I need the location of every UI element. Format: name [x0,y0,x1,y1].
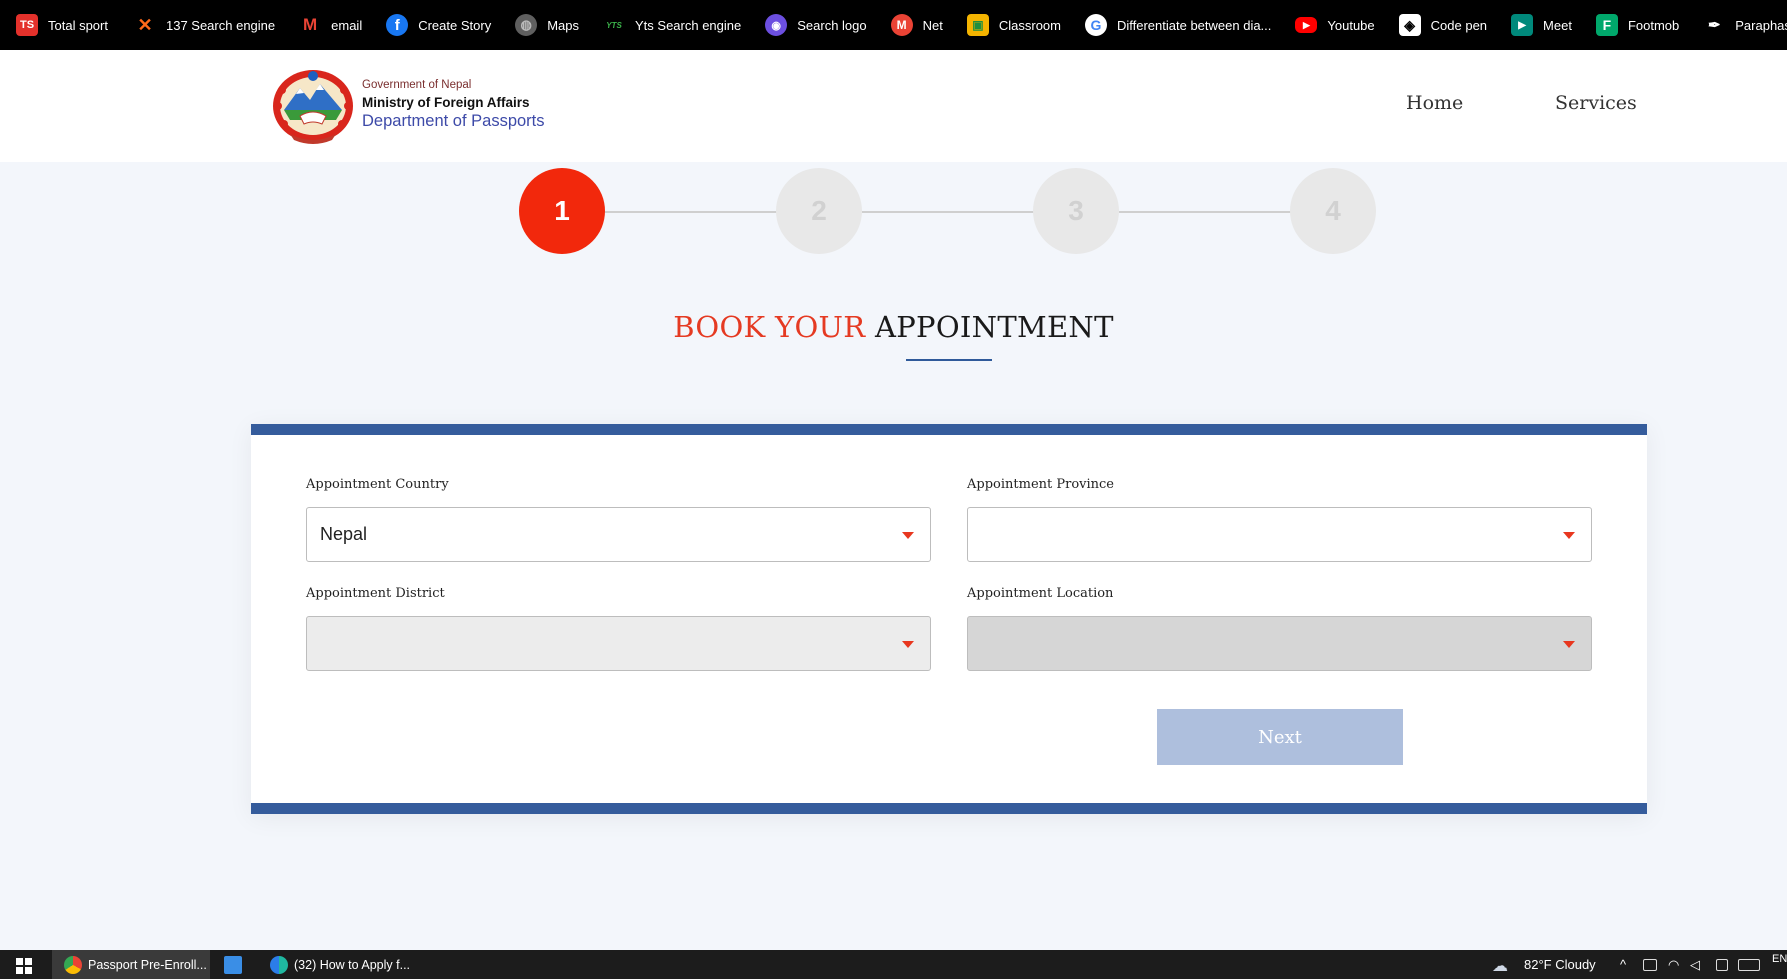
location-select[interactable] [967,616,1592,671]
step-3: 3 [1033,168,1119,254]
weather-cloud-icon: ☁ [1492,958,1508,975]
bookmark-create-story[interactable]: f Create Story [386,14,491,36]
windows-start-icon[interactable] [16,958,32,974]
bookmarks-bar: TS Total sport ✕ 137 Search engine M ema… [0,0,1787,50]
nepal-emblem-icon [273,70,353,144]
meet-icon: ▶ [1511,14,1534,36]
youtube-icon: ▶ [1295,17,1318,33]
bookmark-maps[interactable]: ◍ Maps [515,14,579,36]
taskbar-app-label: (32) How to Apply f... [294,957,411,972]
yts-icon: YTS [606,20,622,30]
codepen-icon: ◈ [1398,14,1421,36]
district-label: Appointment District [306,586,445,601]
province-label: Appointment Province [967,477,1114,492]
display-icon[interactable] [1716,959,1728,971]
wifi-icon[interactable]: ◠ [1668,957,1679,973]
site-header: Government of Nepal Ministry of Foreign … [0,50,1787,162]
bookmark-differentiate[interactable]: G Differentiate between dia... [1084,14,1271,36]
bookmark-137-search-engine[interactable]: ✕ 137 Search engine [134,14,275,36]
site-logo[interactable]: Government of Nepal Ministry of Foreign … [270,66,545,144]
location-label: Appointment Location [967,586,1114,601]
country-label: Appointment Country [306,477,449,492]
battery-icon[interactable] [1643,959,1657,971]
taskbar-app-chrome[interactable]: Passport Pre-Enroll... [52,950,210,979]
chevron-up-icon[interactable]: ^ [1620,957,1626,972]
card-top-border [251,424,1647,435]
bookmark-search-logo[interactable]: ◉ Search logo [765,14,867,36]
chevron-down-icon [1563,532,1575,539]
bookmark-yts-search-engine[interactable]: YTS Yts Search engine [603,14,741,36]
logo-text: Government of Nepal Ministry of Foreign … [362,79,545,131]
x-logo-icon: ✕ [137,14,153,35]
bookmark-youtube[interactable]: ▶ Youtube [1295,17,1375,33]
google-icon: G [1084,14,1107,36]
bookmark-net[interactable]: M Net [890,14,943,36]
gmail-icon: M [303,15,318,34]
bookmark-classroom[interactable]: ▣ Classroom [966,14,1061,36]
step-1: 1 [519,168,605,254]
globe-icon: ◍ [515,14,538,36]
bookmark-paraphase[interactable]: ✒ Paraphase [1703,14,1787,36]
province-select[interactable] [967,507,1592,562]
bookmark-total-sport[interactable]: TS Total sport [16,14,108,36]
appointment-form-card: Appointment Country Nepal Appointment Pr… [251,424,1647,814]
step-connector [605,211,777,213]
classroom-icon: ▣ [966,14,989,36]
edge-icon [270,955,288,974]
next-button[interactable]: Next [1157,709,1403,765]
file-explorer-icon [224,955,242,974]
quill-icon: ✒ [1707,17,1721,34]
department-label: Department of Passports [362,112,545,130]
net-icon: M [890,14,913,36]
bookmark-meet[interactable]: ▶ Meet [1511,14,1572,36]
os-taskbar: Passport Pre-Enroll... (32) How to Apply… [0,950,1787,979]
country-value: Nepal [320,524,368,544]
ministry-label: Ministry of Foreign Affairs [362,95,530,110]
step-2: 2 [776,168,862,254]
taskbar-app-edge[interactable]: (32) How to Apply f... [270,950,410,979]
bookmark-code-pen[interactable]: ◈ Code pen [1398,14,1487,36]
title-rest: APPOINTMENT [874,310,1114,344]
bookmark-footmob[interactable]: F Footmob [1595,14,1679,36]
ts-logo-icon: TS [16,14,38,36]
card-bottom-border [251,803,1647,814]
page-title: BOOK YOUR APPOINTMENT [0,310,1787,344]
chevron-down-icon [1563,641,1575,648]
title-underline [906,359,992,361]
step-connector [1119,211,1291,213]
fotmob-icon: F [1595,14,1618,36]
district-select[interactable] [306,616,931,671]
title-highlight: BOOK YOUR [673,310,866,344]
volume-icon[interactable]: ◁ [1690,957,1700,973]
bookmark-email[interactable]: M email [299,14,362,36]
government-label: Government of Nepal [362,79,472,91]
country-select[interactable]: Nepal [306,507,931,562]
nav-services[interactable]: Services [1555,92,1637,114]
chevron-down-icon [902,532,914,539]
weather-readout[interactable]: 82°F Cloudy [1524,957,1596,972]
nav-home[interactable]: Home [1406,92,1463,114]
step-connector [862,211,1034,213]
language-indicator[interactable]: EN [1772,953,1787,965]
chrome-icon [64,955,82,974]
search-logo-icon: ◉ [765,14,788,36]
taskbar-app-explorer[interactable] [224,950,254,979]
progress-stepper: 1 2 3 4 [0,168,1787,256]
chevron-down-icon [902,641,914,648]
taskbar-app-label: Passport Pre-Enroll... [88,957,207,972]
step-4: 4 [1290,168,1376,254]
keyboard-icon[interactable] [1738,959,1760,971]
facebook-icon: f [386,14,409,36]
